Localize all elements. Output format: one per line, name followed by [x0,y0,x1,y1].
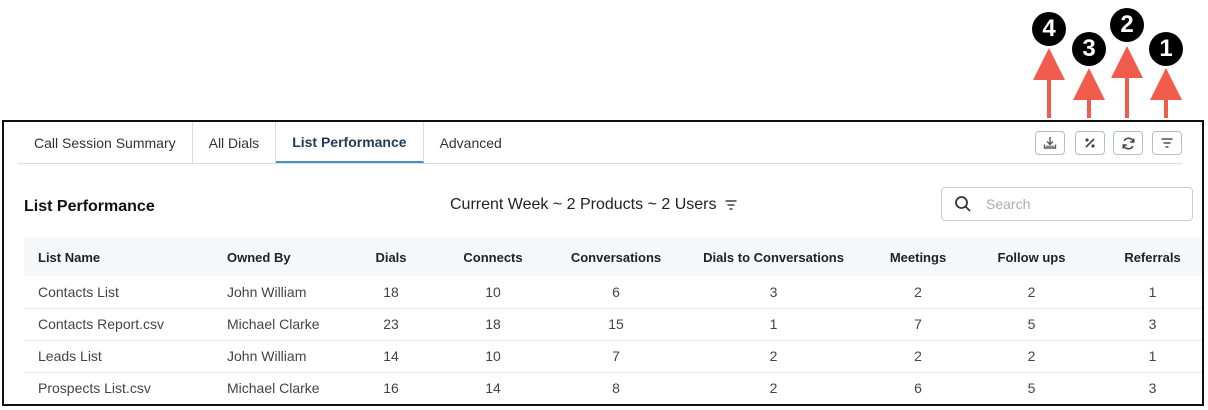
cell-connects: 10 [485,283,501,300]
cell-conversations: 7 [612,348,620,364]
callout-1: 1 [1149,32,1183,66]
cell-dials: 16 [383,380,399,396]
cell-referrals: 1 [1148,283,1157,300]
download-icon [1043,137,1057,149]
list-performance-table: List Name Owned By Dials Connects Conver… [24,238,1202,404]
cell-dials-to-conversations: 1 [769,316,778,332]
cell-owned-by: John William [227,348,307,364]
cell-meetings: 7 [914,316,922,332]
cell-connects: 18 [485,316,501,332]
cell-list-name: Prospects List.csv [38,380,151,396]
cell-follow-ups: 2 [1027,348,1036,364]
column-header[interactable]: List Name [24,238,213,276]
callout-3: 3 [1072,32,1106,66]
cell-referrals: 3 [1148,380,1157,396]
column-header[interactable]: Follow ups [964,238,1099,276]
cell-follow-ups: 5 [1027,316,1036,332]
cell-dials: 18 [383,283,399,300]
cell-owned-by: Michael Clarke [227,316,320,332]
cell-connects: 14 [485,380,501,396]
cell-conversations: 8 [612,380,620,396]
filter-icon [725,200,737,210]
cell-follow-ups: 2 [1027,283,1036,300]
tab-bar: Call Session Summary All Dials List Perf… [18,122,1182,164]
cell-conversations: 6 [612,283,620,300]
search-box[interactable] [941,187,1193,221]
report-panel: Call Session Summary All Dials List Perf… [2,120,1204,406]
percent-icon [1085,138,1095,148]
cell-dials: 23 [383,316,399,332]
cell-connects: 10 [485,348,501,364]
cell-meetings: 6 [914,380,922,396]
callout-4: 4 [1032,12,1066,46]
column-header[interactable]: Dials to Conversations [675,238,872,276]
section-title: List Performance [24,198,155,215]
cell-dials-to-conversations: 2 [769,380,778,396]
search-icon [955,196,971,212]
filter-icon [1161,138,1173,148]
table-row[interactable]: Contacts Report.csv Michael Clarke 23 18… [24,308,1202,340]
column-header[interactable]: Conversations [557,238,675,276]
percent-button[interactable] [1075,131,1105,155]
cell-referrals: 1 [1148,348,1157,364]
cell-meetings: 2 [914,348,922,364]
cell-list-name: Contacts Report.csv [38,316,165,332]
tab-list-performance[interactable]: List Performance [276,122,424,163]
download-button[interactable] [1035,131,1065,155]
cell-meetings: 2 [914,283,922,300]
refresh-icon [1122,136,1134,150]
table-row[interactable]: Contacts List John William 18 10 6 3 2 2… [24,276,1202,308]
cell-owned-by: John William [227,283,307,300]
search-input[interactable] [984,195,1178,213]
tab-advanced[interactable]: Advanced [424,122,518,163]
cell-referrals: 3 [1148,316,1157,332]
tab-call-session-summary[interactable]: Call Session Summary [18,122,193,163]
filter-button[interactable] [1152,131,1182,155]
callout-2: 2 [1110,8,1144,42]
table-row[interactable]: Leads List John William 14 10 7 2 2 2 1 [24,340,1202,372]
column-header[interactable]: Meetings [872,238,964,276]
cell-list-name: Leads List [38,348,102,364]
refresh-button[interactable] [1113,131,1143,155]
cell-list-name: Contacts List [38,283,119,300]
table-header-row: List Name Owned By Dials Connects Conver… [24,238,1202,276]
cell-dials-to-conversations: 3 [769,283,778,300]
cell-conversations: 15 [608,316,624,332]
tab-all-dials[interactable]: All Dials [193,122,277,163]
table-row[interactable]: Prospects List.csv Michael Clarke 16 14 … [24,372,1202,404]
column-header[interactable]: Connects [429,238,557,276]
column-header[interactable]: Referrals [1099,238,1202,276]
cell-owned-by: Michael Clarke [227,380,320,396]
cell-dials-to-conversations: 2 [769,348,778,364]
filter-summary-text: Current Week ~ 2 Products ~ 2 Users [450,196,717,213]
column-header[interactable]: Owned By [213,238,353,276]
column-header[interactable]: Dials [353,238,429,276]
filter-summary[interactable]: Current Week ~ 2 Products ~ 2 Users [450,196,738,214]
cell-follow-ups: 5 [1027,380,1036,396]
cell-dials: 14 [383,348,399,364]
